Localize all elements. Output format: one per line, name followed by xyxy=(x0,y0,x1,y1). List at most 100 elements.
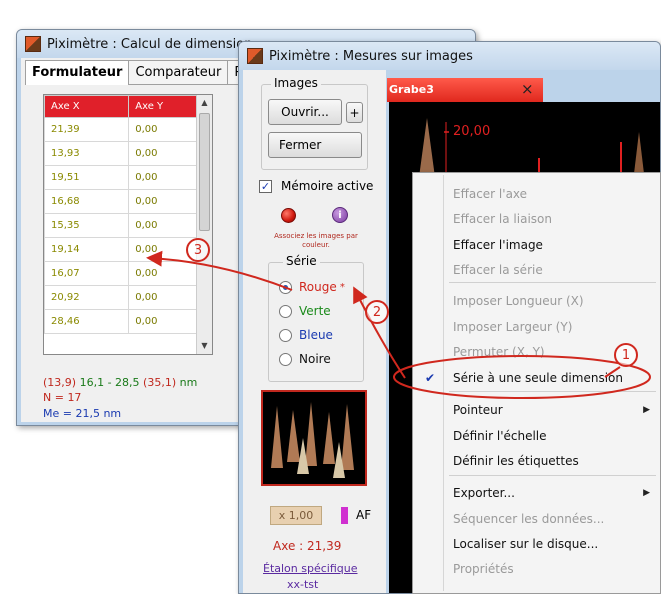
measure-table: Axe X Axe Y 21,39 0,00 13,93 0,00 19,51 0,0… xyxy=(43,95,212,334)
menu-effacer-liaison[interactable]: Effacer la liaison xyxy=(453,212,552,226)
radio-bleue[interactable] xyxy=(279,328,292,342)
stats-range: 16,1 - 28,5 xyxy=(76,376,144,389)
series-noire[interactable]: Noire xyxy=(279,352,331,366)
memory-checkbox[interactable]: ✓ xyxy=(259,180,272,193)
menu-check-icon: ✔ xyxy=(425,371,436,385)
scroll-up-icon[interactable]: ▲ xyxy=(197,95,212,111)
menu-separator xyxy=(449,475,656,476)
menu-serie-une-dimension[interactable]: Série à une seule dimension xyxy=(453,371,623,385)
app-icon xyxy=(247,48,263,64)
af-color-swatch[interactable] xyxy=(341,507,348,524)
menu-gutter xyxy=(443,175,444,591)
cell-x[interactable]: 28,46 xyxy=(43,309,130,334)
cell-x[interactable]: 19,14 xyxy=(43,237,130,262)
open-button[interactable]: Ouvrir... xyxy=(268,99,342,125)
table-row[interactable]: 15,35 0,00 xyxy=(43,213,212,238)
stats-median: Me = 21,5 nm xyxy=(43,407,122,420)
cell-x[interactable]: 15,35 xyxy=(43,213,130,238)
menu-imposer-longueur[interactable]: Imposer Longueur (X) xyxy=(453,294,584,308)
app-icon xyxy=(25,36,41,52)
etalon-link[interactable]: Étalon spécifique xyxy=(263,562,358,575)
associate-hint: Associez les images par couleur. xyxy=(274,232,358,249)
af-label: AF xyxy=(356,508,372,522)
image-tab[interactable]: Grabe3 × xyxy=(387,78,543,102)
tab-formulateur[interactable]: Formulateur xyxy=(25,60,130,85)
menu-proprietes[interactable]: Propriétés xyxy=(453,562,514,576)
menu-permuter[interactable]: Permuter (X, Y) xyxy=(453,345,545,359)
left-window-title: Piximètre : Calcul de dimension xyxy=(47,36,253,52)
table-row[interactable]: 13,93 0,00 xyxy=(43,141,212,166)
scroll-down-icon[interactable]: ▼ xyxy=(197,338,212,354)
series-bleue[interactable]: Bleue xyxy=(279,328,333,342)
series-rouge-label: Rouge xyxy=(299,280,337,294)
stats-n: N = 17 xyxy=(43,391,82,404)
cell-x[interactable]: 16,68 xyxy=(43,189,130,214)
info-icon[interactable]: i xyxy=(332,207,348,223)
annotation-3: 3 xyxy=(186,238,210,262)
zoom-field[interactable]: x 1,00 xyxy=(270,506,322,525)
series-verte[interactable]: Verte xyxy=(279,304,331,318)
add-image-button[interactable]: + xyxy=(346,102,363,123)
asterisk-icon: * xyxy=(336,281,345,293)
table-row[interactable]: 19,51 0,00 xyxy=(43,165,212,190)
annotation-1: 1 xyxy=(614,343,638,367)
cell-x[interactable]: 20,92 xyxy=(43,285,130,310)
series-group-label: Série xyxy=(283,254,320,268)
image-tab-label: Grabe3 xyxy=(389,83,434,96)
menu-separator xyxy=(449,391,656,392)
submenu-arrow-icon: ▶ xyxy=(643,488,650,498)
tab-close-icon[interactable]: × xyxy=(521,80,534,98)
stats-unit: nm xyxy=(176,376,198,389)
series-noire-label: Noire xyxy=(299,352,331,366)
table-row[interactable]: 20,92 0,00 xyxy=(43,285,212,310)
table-row[interactable]: 21,39 0,00 xyxy=(43,117,212,142)
menu-separator xyxy=(449,282,656,283)
menu-effacer-axe[interactable]: Effacer l'axe xyxy=(453,187,527,201)
memory-label[interactable]: Mémoire active xyxy=(281,179,373,193)
close-image-button[interactable]: Fermer xyxy=(268,132,362,158)
table-row[interactable]: 16,07 0,00 xyxy=(43,261,212,286)
grid-scrollbar[interactable]: ▲ ▼ xyxy=(196,95,212,354)
menu-localiser[interactable]: Localiser sur le disque... xyxy=(453,537,598,551)
images-group-label: Images xyxy=(271,76,321,90)
series-verte-label: Verte xyxy=(299,304,331,318)
radio-rouge[interactable] xyxy=(279,280,292,294)
image-thumbnail[interactable] xyxy=(261,390,367,486)
right-window-title: Piximètre : Mesures sur images xyxy=(269,48,473,64)
menu-sequencer[interactable]: Séquencer les données... xyxy=(453,512,604,526)
table-row[interactable]: 16,68 0,00 xyxy=(43,189,212,214)
context-menu: Effacer l'axe Effacer la liaison Effacer… xyxy=(412,172,661,594)
menu-definir-echelle[interactable]: Définir l'échelle xyxy=(453,429,547,443)
tab-comparateur[interactable]: Comparateur xyxy=(128,60,229,84)
right-window-titlebar[interactable]: Piximètre : Mesures sur images xyxy=(239,42,660,70)
col-header-axe-x[interactable]: Axe X xyxy=(43,95,130,118)
axe-readout: Axe : 21,39 xyxy=(273,539,342,553)
red-color-button[interactable] xyxy=(281,208,296,223)
radio-noire[interactable] xyxy=(279,352,292,366)
table-row[interactable]: 28,46 0,00 xyxy=(43,309,212,334)
cell-x[interactable]: 19,51 xyxy=(43,165,130,190)
cell-x[interactable]: 21,39 xyxy=(43,117,130,142)
radio-verte[interactable] xyxy=(279,304,292,318)
menu-definir-etiquettes[interactable]: Définir les étiquettes xyxy=(453,454,579,468)
scroll-thumb[interactable] xyxy=(199,113,210,231)
stats-min: (13,9) xyxy=(43,376,77,389)
series-rouge[interactable]: Rouge * xyxy=(279,280,345,294)
menu-exporter[interactable]: Exporter... xyxy=(453,486,515,500)
cell-x[interactable]: 13,93 xyxy=(43,141,130,166)
submenu-arrow-icon: ▶ xyxy=(643,405,650,415)
measure-grid[interactable]: Axe X Axe Y 21,39 0,00 13,93 0,00 19,51 0,0… xyxy=(43,94,213,355)
menu-effacer-image[interactable]: Effacer l'image xyxy=(453,238,543,252)
cell-x[interactable]: 16,07 xyxy=(43,261,130,286)
stats-line-1: (13,9) 16,1 - 28,5 (35,1) nm xyxy=(43,376,197,389)
menu-imposer-largeur[interactable]: Imposer Largeur (Y) xyxy=(453,320,572,334)
shells-thumbnail-image xyxy=(271,402,354,478)
etalon-value: xx-tst xyxy=(287,578,319,591)
stats-max: (35,1) xyxy=(143,376,177,389)
menu-effacer-serie[interactable]: Effacer la série xyxy=(453,263,543,277)
menu-pointeur[interactable]: Pointeur xyxy=(453,403,503,417)
annotation-2: 2 xyxy=(365,300,389,324)
left-tabs: Formulateur Comparateur Par xyxy=(25,60,262,85)
measure-label: 20,00 xyxy=(453,124,491,139)
control-panel: Images Ouvrir... + Fermer ✓ Mémoire acti… xyxy=(243,70,386,593)
